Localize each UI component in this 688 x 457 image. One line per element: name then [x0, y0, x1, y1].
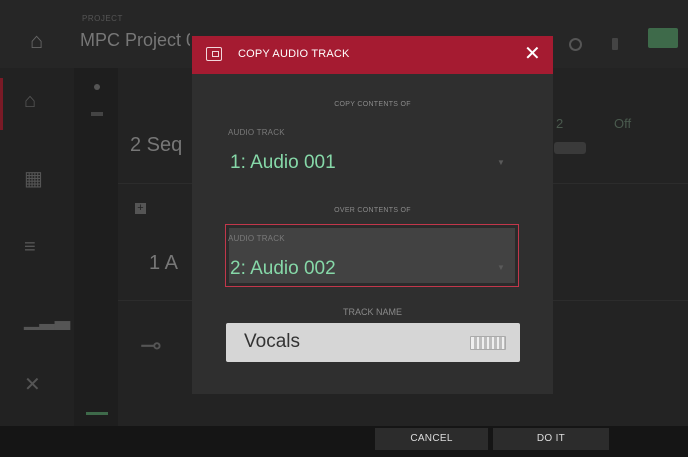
cancel-button[interactable]: CANCEL [375, 428, 488, 450]
list-mode-icon[interactable]: ≡ [24, 236, 36, 259]
mixer-mode-icon[interactable]: ▁▂▃ [24, 306, 70, 331]
keyboard-icon[interactable] [470, 336, 506, 350]
project-title: MPC Project 00 [80, 30, 190, 50]
copy-track-icon [206, 47, 222, 61]
input-config-icon[interactable]: ⊸ [140, 330, 162, 361]
add-track-icon[interactable]: + [135, 203, 146, 214]
dest-track-value[interactable]: 2: Audio 002 [230, 258, 336, 280]
background-value: Off [614, 116, 632, 131]
copy-contents-label: COPY CONTENTS OF [334, 101, 411, 108]
chevron-down-icon: ▼ [497, 263, 505, 272]
background-toggle[interactable] [554, 142, 586, 154]
background-value: 2 [556, 116, 564, 131]
main-mode-icon[interactable]: ⌂ [24, 90, 36, 113]
track-strip [74, 68, 118, 426]
dialog-header: COPY AUDIO TRACK ✕ [192, 36, 553, 74]
sidebar: ⌂ ▦ ≡ ▁▂▃ ✕ [0, 68, 74, 426]
home-icon[interactable]: ⌂ [30, 28, 43, 54]
copy-audio-track-dialog: COPY AUDIO TRACK ✕ COPY CONTENTS OF AUDI… [192, 36, 553, 394]
track-name-field[interactable]: Vocals [226, 323, 520, 362]
strip-dot-icon [94, 84, 100, 90]
chevron-down-icon: ▼ [497, 158, 505, 167]
project-label: PROJECT [82, 14, 123, 23]
track-name-label: TRACK NAME [342, 307, 402, 317]
grid-mode-icon[interactable]: ▦ [24, 166, 43, 191]
record-indicator-icon [569, 38, 582, 51]
waveform-icon[interactable] [648, 28, 678, 48]
xy-mode-icon[interactable]: ✕ [24, 372, 41, 397]
track-name-value: Vocals [244, 331, 300, 352]
sidebar-active-accent [0, 78, 3, 130]
source-track-select[interactable]: 1: Audio 001 [230, 152, 336, 174]
battery-icon [612, 38, 618, 50]
do-it-button[interactable]: DO IT [493, 428, 609, 450]
sequence-row[interactable]: 2 Seq [130, 134, 182, 157]
strip-link-icon [91, 112, 103, 116]
track-row[interactable]: 1 A [149, 252, 178, 275]
over-contents-label: OVER CONTENTS OF [334, 207, 411, 214]
strip-level-bar [86, 412, 108, 415]
dialog-title: COPY AUDIO TRACK [238, 48, 350, 60]
close-icon[interactable]: ✕ [524, 42, 541, 66]
source-field-label: AUDIO TRACK [228, 128, 285, 137]
dest-field-label: AUDIO TRACK [228, 234, 285, 243]
